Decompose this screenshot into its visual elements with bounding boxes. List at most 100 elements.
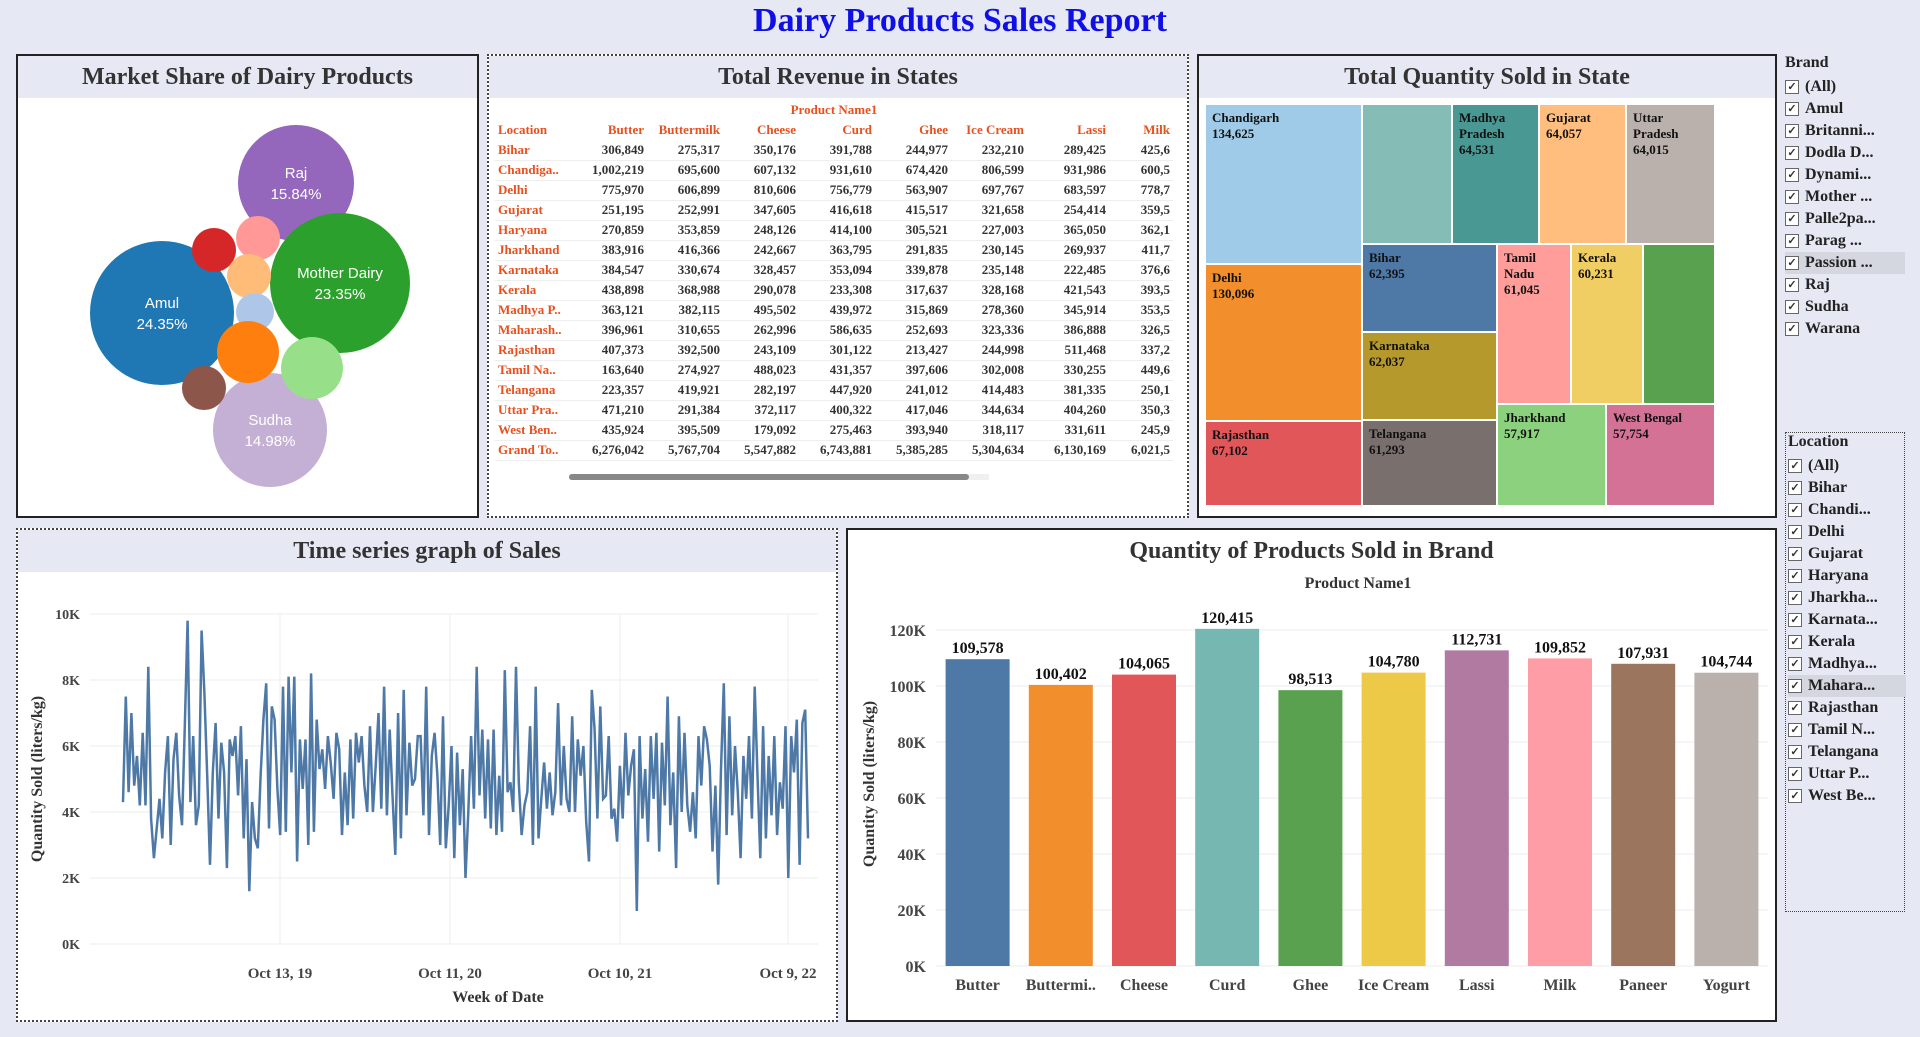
bubble-unlabeled-6[interactable]	[227, 254, 271, 298]
sales-line[interactable]	[121, 620, 810, 912]
brand-filter-item[interactable]: ✓ Raj	[1785, 274, 1905, 296]
checkbox[interactable]: ✓	[1785, 300, 1799, 314]
checkbox[interactable]: ✓	[1785, 278, 1799, 292]
brand-filter-item[interactable]: ✓ Parag ...	[1785, 230, 1905, 252]
bar-ghee[interactable]	[1278, 690, 1343, 966]
table-horizontal-scrollbar[interactable]	[569, 474, 989, 480]
bar-curd[interactable]	[1195, 628, 1260, 966]
row-label[interactable]: West Ben..	[495, 420, 583, 441]
column-header[interactable]: Curd	[799, 120, 875, 140]
brand-filter-item[interactable]: ✓ Britanni...	[1785, 120, 1905, 142]
row-label[interactable]: Maharash..	[495, 320, 583, 341]
checkbox[interactable]: ✓	[1788, 657, 1802, 671]
revenue-table-container[interactable]: Product Name1 Location Butter Buttermilk Che…	[495, 100, 1187, 461]
location-filter-item[interactable]: ✓ Delhi	[1788, 521, 1906, 543]
checkbox[interactable]: ✓	[1785, 234, 1799, 248]
checkbox[interactable]: ✓	[1788, 503, 1802, 517]
brand-filter-item[interactable]: ✓ Amul	[1785, 98, 1905, 120]
brand-filter-item[interactable]: ✓ Mother ...	[1785, 186, 1905, 208]
checkbox[interactable]: ✓	[1788, 547, 1802, 561]
column-header[interactable]: Ice Cream	[951, 120, 1027, 140]
bar-ice-cream[interactable]	[1361, 672, 1426, 966]
location-filter-item[interactable]: ✓ Gujarat	[1788, 543, 1906, 565]
checkbox[interactable]: ✓	[1785, 168, 1799, 182]
treemap-tile[interactable]: Karnataka 62,037	[1362, 332, 1497, 420]
column-header[interactable]: Butter	[583, 120, 647, 140]
row-label[interactable]: Telangana	[495, 380, 583, 401]
row-label[interactable]: Madhya P..	[495, 300, 583, 321]
checkbox[interactable]: ✓	[1788, 613, 1802, 627]
row-label[interactable]: Bihar	[495, 140, 583, 161]
checkbox[interactable]: ✓	[1788, 481, 1802, 495]
row-label[interactable]: Tamil Na..	[495, 360, 583, 381]
treemap-tile[interactable]: Telangana 61,293	[1362, 420, 1497, 506]
checkbox[interactable]: ✓	[1785, 256, 1799, 270]
checkbox[interactable]: ✓	[1785, 190, 1799, 204]
location-filter-item[interactable]: ✓ Rajasthan	[1788, 697, 1906, 719]
treemap-tile[interactable]: Madhya Pradesh 64,531	[1452, 104, 1539, 244]
brand-filter-item[interactable]: ✓ Sudha	[1785, 296, 1905, 318]
location-filter-item[interactable]: ✓ West Be...	[1788, 785, 1906, 807]
brand-filter-item[interactable]: ✓ Dynami...	[1785, 164, 1905, 186]
row-label[interactable]: Uttar Pra..	[495, 400, 583, 421]
bar-butter[interactable]	[945, 659, 1010, 966]
treemap-tile[interactable]: Tamil Nadu 61,045	[1497, 244, 1571, 404]
treemap-tile[interactable]: West Bengal 57,754	[1606, 404, 1715, 506]
brand-filter-item[interactable]: ✓ Passion ...	[1785, 252, 1905, 274]
row-label[interactable]: Chandiga..	[495, 160, 583, 181]
bar-paneer[interactable]	[1611, 663, 1676, 966]
bubble-unlabeled-5[interactable]	[236, 216, 280, 260]
checkbox[interactable]: ✓	[1785, 212, 1799, 226]
checkbox[interactable]: ✓	[1788, 525, 1802, 539]
row-label[interactable]: Delhi	[495, 180, 583, 201]
bubble-unlabeled-9[interactable]	[281, 337, 343, 399]
location-filter-item[interactable]: ✓ Jharkha...	[1788, 587, 1906, 609]
checkbox[interactable]: ✓	[1788, 701, 1802, 715]
location-filter-item[interactable]: ✓ Telangana	[1788, 741, 1906, 763]
checkbox[interactable]: ✓	[1788, 789, 1802, 803]
row-label[interactable]: Gujarat	[495, 200, 583, 221]
treemap-tile[interactable]: Rajasthan 67,102	[1205, 421, 1362, 506]
column-header[interactable]: Ghee	[875, 120, 951, 140]
row-label[interactable]: Kerala	[495, 280, 583, 301]
bubble-mother-dairy[interactable]	[270, 213, 410, 353]
checkbox[interactable]: ✓	[1788, 767, 1802, 781]
treemap-tile[interactable]	[1362, 104, 1452, 244]
checkbox[interactable]: ✓	[1785, 80, 1799, 94]
checkbox[interactable]: ✓	[1788, 459, 1802, 473]
bubble-unlabeled-10[interactable]	[182, 366, 226, 410]
row-label[interactable]: Grand To..	[495, 440, 583, 461]
treemap-tile[interactable]: Kerala 60,231	[1571, 244, 1643, 404]
column-header[interactable]: Milk	[1109, 120, 1173, 140]
bar-milk[interactable]	[1528, 658, 1592, 966]
checkbox[interactable]: ✓	[1788, 745, 1802, 759]
treemap-tile[interactable]: Bihar 62,395	[1362, 244, 1497, 332]
row-label[interactable]: Jharkhand	[495, 240, 583, 261]
checkbox[interactable]: ✓	[1788, 569, 1802, 583]
checkbox[interactable]: ✓	[1785, 102, 1799, 116]
bar-buttermi-[interactable]	[1028, 684, 1093, 966]
bar-cheese[interactable]	[1112, 674, 1176, 966]
checkbox[interactable]: ✓	[1785, 124, 1799, 138]
treemap-tile[interactable]: Jharkhand 57,917	[1497, 404, 1606, 506]
column-header[interactable]: Buttermilk	[647, 120, 723, 140]
bar-lassi[interactable]	[1444, 650, 1509, 966]
checkbox[interactable]: ✓	[1788, 723, 1802, 737]
location-filter-item[interactable]: ✓ Kerala	[1788, 631, 1906, 653]
bubble-unlabeled-4[interactable]	[192, 228, 236, 272]
location-filter-item[interactable]: ✓ Mahara...	[1788, 675, 1906, 697]
row-label[interactable]: Karnataka	[495, 260, 583, 281]
checkbox[interactable]: ✓	[1788, 591, 1802, 605]
column-header[interactable]: Lassi	[1027, 120, 1109, 140]
row-label[interactable]: Haryana	[495, 220, 583, 241]
location-filter-item[interactable]: ✓ Tamil N...	[1788, 719, 1906, 741]
treemap-tile[interactable]: Uttar Pradesh 64,015	[1626, 104, 1715, 244]
treemap-tile[interactable]: Gujarat 64,057	[1539, 104, 1626, 244]
location-filter-item[interactable]: ✓ Bihar	[1788, 477, 1906, 499]
treemap-tile[interactable]	[1643, 244, 1715, 404]
location-filter-item[interactable]: ✓ Madhya...	[1788, 653, 1906, 675]
location-filter-item[interactable]: ✓ Karnata...	[1788, 609, 1906, 631]
brand-filter-item[interactable]: ✓ Dodla D...	[1785, 142, 1905, 164]
location-filter-item[interactable]: ✓ (All)	[1788, 455, 1906, 477]
bubble-unlabeled-8[interactable]	[217, 321, 279, 383]
